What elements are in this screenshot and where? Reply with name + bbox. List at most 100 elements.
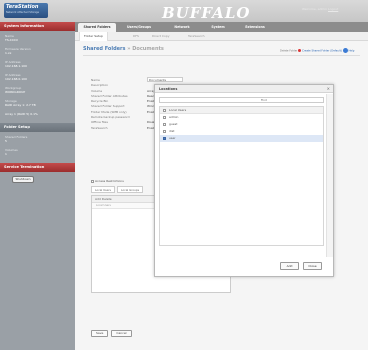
item-label: user <box>169 136 176 140</box>
info-item: Array 1 (RAID 5) 0.1% <box>5 112 70 116</box>
info-value: RAID Array 1: 2.7 TB <box>5 103 36 107</box>
info-item: IP Address 192.168.1.100 <box>5 60 70 68</box>
cancel-button[interactable]: Cancel <box>111 330 132 337</box>
item-checkbox[interactable] <box>163 122 166 126</box>
item-checkbox-checked[interactable] <box>163 136 166 140</box>
form-label: Offline files <box>91 120 108 125</box>
info-value: WORKGROUP <box>5 90 26 94</box>
dialog-close-button[interactable]: Close <box>303 262 322 270</box>
access-restrictions-checkbox[interactable] <box>91 179 94 183</box>
dialog-search-field[interactable]: Find <box>159 97 324 103</box>
list-header: Local Users <box>160 107 323 114</box>
subtab-dfs[interactable]: DFS <box>133 32 139 41</box>
item-label: admin <box>169 115 179 119</box>
dialog-add-button[interactable]: Add <box>280 262 299 270</box>
welcome-text: Welcome, admin <box>302 7 328 11</box>
form-buttons: Save Cancel <box>91 330 134 337</box>
help-link[interactable]: Help <box>348 50 354 53</box>
delete-folder-link[interactable]: Delete Folder <box>280 50 297 53</box>
name-field[interactable]: Documents <box>147 77 183 82</box>
item-checkbox[interactable] <box>163 115 166 119</box>
info-item: Storage RAID Array 1: 2.7 TB <box>5 99 70 107</box>
list-item[interactable]: dist <box>160 128 323 135</box>
form-label: Name <box>91 78 100 82</box>
form-label: Shared Folder Attributes <box>91 93 128 98</box>
list-item-selected[interactable]: user <box>160 135 323 142</box>
system-information-header: System Information <box>0 22 75 31</box>
subtab-direct-copy[interactable]: Direct Copy <box>152 32 170 41</box>
select-all-checkbox[interactable] <box>163 108 166 112</box>
shutdown-area: Shutdown <box>0 172 75 183</box>
info-item: IP Address 192.168.0.100 <box>5 73 70 81</box>
tab-extensions[interactable]: Extensions <box>239 23 271 32</box>
folder-item[interactable]: Shared Folders 5 <box>5 135 70 143</box>
info-item: Firmware Version 1.xx <box>5 47 70 55</box>
tab-network[interactable]: Network <box>168 23 196 32</box>
tab-local-groups[interactable]: Local Groups <box>116 186 144 193</box>
delete-user-button[interactable]: Delete <box>102 197 112 201</box>
breadcrumb: Shared Folders » Documents <box>83 46 164 52</box>
folder-setup-list: Shared Folders 5 Volumes 1 <box>0 132 75 163</box>
save-button[interactable]: Save <box>91 330 109 337</box>
tab-users-groups[interactable]: Users/Groups <box>120 23 158 32</box>
access-restrictions-label: Access Restrictions <box>94 179 124 183</box>
form-label: Shared Folder Support <box>91 104 125 109</box>
folder-value: 5 <box>5 139 7 143</box>
dialog-scrollbar[interactable] <box>326 94 333 257</box>
dialog-title-bar: Locations × <box>155 85 333 93</box>
red-dot-icon <box>298 49 302 52</box>
form-label: Recycle Bin <box>91 99 109 104</box>
list-header-label: Local Users <box>169 108 187 112</box>
add-user-button[interactable]: Add <box>95 197 101 201</box>
subtab-terasearch[interactable]: TeraSearch <box>188 32 205 41</box>
tab-local-users[interactable]: Local Users <box>91 186 115 193</box>
item-label: guest <box>169 122 178 126</box>
info-value: 192.168.0.100 <box>5 77 27 81</box>
dialog-title: Locations <box>159 87 178 91</box>
item-label: dist <box>169 129 175 133</box>
logout-link[interactable]: Logout <box>328 7 338 11</box>
welcome-area: Welcome, admin Logout <box>302 7 338 11</box>
tab-system[interactable]: System <box>206 23 230 32</box>
close-icon[interactable]: × <box>327 85 330 93</box>
folder-setup-header: Folder Setup <box>0 123 75 132</box>
info-value: TS-XXXX <box>5 38 18 42</box>
form-label: Remote backup password <box>91 115 130 120</box>
create-folder-link[interactable]: Create Shared Folder (Default) <box>302 50 342 53</box>
form-label: TeraSearch <box>91 125 108 130</box>
header-bar: TeraStation Network Attached Storage BUF… <box>0 0 368 22</box>
service-termination-header: Service Termination <box>0 163 75 172</box>
buffalo-brand: BUFFALO <box>162 4 251 22</box>
shutdown-button[interactable]: Shutdown <box>12 176 34 183</box>
breadcrumb-leaf: Documents <box>132 46 164 52</box>
folder-item[interactable]: Volumes 1 <box>5 148 70 156</box>
sub-tabs: Folder Setup DFS Direct Copy TeraSearch <box>75 32 368 41</box>
info-value: 192.168.1.100 <box>5 64 27 68</box>
breadcrumb-root[interactable]: Shared Folders <box>83 46 126 52</box>
system-information-list: Name TS-XXXX Firmware Version 1.xx IP Addr… <box>0 31 75 123</box>
main-tabs: Shared Folders Users/Groups Network Syst… <box>75 22 368 32</box>
subtab-folder-setup[interactable]: Folder Setup <box>79 32 108 41</box>
info-item: Workgroup WORKGROUP <box>5 86 70 94</box>
sidebar: System Information Name TS-XXXX Firmware … <box>0 22 75 350</box>
breadcrumb-separator: » <box>127 46 131 52</box>
header-divider <box>83 55 360 56</box>
terastation-logo: TeraStation Network Attached Storage <box>4 3 48 18</box>
list-item[interactable]: admin <box>160 114 323 121</box>
help-icon[interactable] <box>342 48 348 53</box>
tab-shared-folders[interactable]: Shared Folders <box>78 23 116 32</box>
info-value: Array 1 (RAID 5) 0.1% <box>5 112 38 116</box>
list-item[interactable]: guest <box>160 121 323 128</box>
find-label: Find <box>261 98 267 102</box>
locations-list: Local Users admin guest dist user <box>159 106 324 246</box>
form-label: Description <box>91 83 109 88</box>
form-label: Folder Mode (SMB only) <box>91 109 127 114</box>
info-value: 1.xx <box>5 51 12 55</box>
locations-dialog: Locations × Find Local Users admin guest… <box>154 84 334 277</box>
info-item: Name TS-XXXX <box>5 34 70 42</box>
logo-name: TeraStation <box>6 4 39 10</box>
top-actions: Delete Folder Create Shared Folder (Defa… <box>280 48 354 53</box>
folder-value: 1 <box>5 152 7 156</box>
item-checkbox[interactable] <box>163 129 166 133</box>
logo-subtitle: Network Attached Storage <box>6 11 40 14</box>
